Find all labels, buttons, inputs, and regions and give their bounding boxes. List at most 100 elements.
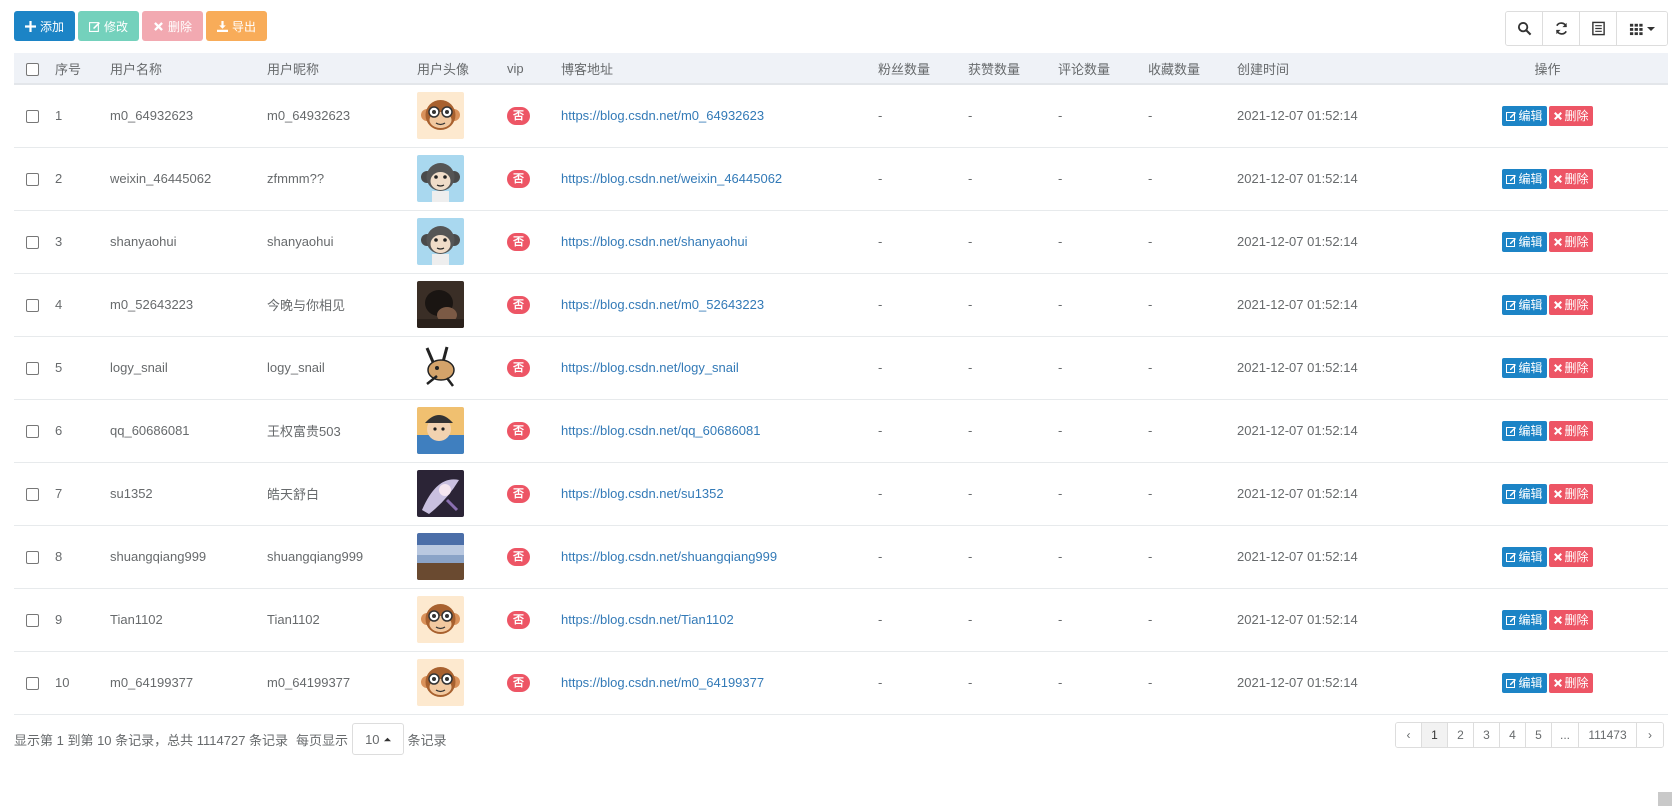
avatar[interactable]	[417, 344, 464, 391]
avatar[interactable]	[417, 281, 464, 328]
close-icon	[1553, 111, 1562, 120]
row-checkbox[interactable]	[26, 362, 39, 376]
page-2[interactable]: 2	[1447, 723, 1474, 747]
row-delete-button[interactable]: 删除	[1548, 357, 1593, 378]
table-row[interactable]: 8 shuangqiang999 shuangqiang999 否 https://bl…	[14, 525, 1668, 588]
row-avatar-cell	[413, 336, 503, 399]
row-edit-button[interactable]: 编辑	[1502, 546, 1547, 567]
avatar[interactable]	[417, 533, 464, 580]
refresh-button[interactable]	[1543, 12, 1580, 45]
row-edit-button[interactable]: 编辑	[1502, 105, 1547, 126]
row-delete-button[interactable]: 删除	[1548, 231, 1593, 252]
row-nickname: shanyaohui	[267, 234, 334, 249]
row-delete-button[interactable]: 删除	[1548, 168, 1593, 189]
row-edit-button[interactable]: 编辑	[1502, 357, 1547, 378]
columns-dropdown-button[interactable]	[1617, 12, 1667, 45]
blog-url-link[interactable]: https://blog.csdn.net/m0_64932623	[561, 108, 764, 123]
blog-url-link[interactable]: https://blog.csdn.net/shanyaohui	[561, 234, 747, 249]
blog-url-link[interactable]: https://blog.csdn.net/m0_52643223	[561, 297, 764, 312]
header-avatar[interactable]: 用户头像	[413, 53, 503, 84]
prev-page-button[interactable]: ‹	[1395, 723, 1422, 747]
row-created: 2021-12-07 01:52:14	[1237, 297, 1358, 312]
edit-button[interactable]: 修改	[78, 11, 140, 41]
add-button[interactable]: 添加	[14, 11, 76, 41]
vip-badge: 否	[507, 358, 530, 377]
table-row[interactable]: 9 Tian1102 Tian1102 否 https://blog.csdn.net/…	[14, 588, 1668, 651]
blog-url-link[interactable]: https://blog.csdn.net/m0_64199377	[561, 675, 764, 690]
row-nickname: zfmmm??	[267, 171, 325, 186]
blog-url-link[interactable]: https://blog.csdn.net/Tian1102	[561, 612, 734, 627]
select-all-checkbox[interactable]	[26, 62, 39, 76]
row-checkbox[interactable]	[26, 425, 39, 439]
row-checkbox[interactable]	[26, 110, 39, 124]
header-nickname[interactable]: 用户昵称	[263, 53, 413, 84]
avatar[interactable]	[417, 92, 464, 140]
row-delete-button[interactable]: 删除	[1548, 420, 1593, 441]
avatar[interactable]	[417, 470, 464, 517]
blog-url-link[interactable]: https://blog.csdn.net/shuangqiang999	[561, 549, 777, 564]
blog-url-link[interactable]: https://blog.csdn.net/weixin_46445062	[561, 171, 782, 186]
row-delete-button[interactable]: 删除	[1548, 105, 1593, 126]
export-button[interactable]: 导出	[206, 11, 268, 41]
table-row[interactable]: 6 qq_60686081 王权富贵503 否 https://blog.csdn.ne…	[14, 399, 1668, 462]
blog-url-link[interactable]: https://blog.csdn.net/su1352	[561, 486, 724, 501]
table-row[interactable]: 3 shanyaohui shanyaohui 否 https://blog.csdn.…	[14, 210, 1668, 273]
row-username: weixin_46445062	[110, 171, 212, 186]
header-vip[interactable]: vip	[503, 53, 557, 84]
row-delete-button[interactable]: 删除	[1548, 609, 1593, 630]
header-username[interactable]: 用户名称	[106, 53, 263, 84]
table-row[interactable]: 4 m0_52643223 今晚与你相见 否 https://blog.csdn.net…	[14, 273, 1668, 336]
page-5[interactable]: 5	[1525, 723, 1552, 747]
header-blog-url[interactable]: 博客地址	[557, 53, 874, 84]
table-row[interactable]: 1 m0_64932623 m0_64932623 否 https://blog.csd…	[14, 84, 1668, 147]
row-delete-button[interactable]: 删除	[1548, 672, 1593, 693]
header-fans[interactable]: 粉丝数量	[874, 53, 964, 84]
header-comments[interactable]: 评论数量	[1054, 53, 1144, 84]
blog-url-link[interactable]: https://blog.csdn.net/qq_60686081	[561, 423, 761, 438]
blog-url-link[interactable]: https://blog.csdn.net/logy_snail	[561, 360, 739, 375]
row-edit-button[interactable]: 编辑	[1502, 609, 1547, 630]
avatar[interactable]	[417, 218, 464, 265]
row-edit-button[interactable]: 编辑	[1502, 294, 1547, 315]
delete-button[interactable]: 删除	[142, 11, 204, 41]
avatar[interactable]	[417, 659, 464, 706]
page-111473[interactable]: 111473	[1579, 723, 1637, 747]
header-select-all[interactable]	[14, 53, 51, 84]
page-size-select[interactable]: 10	[352, 723, 404, 755]
header-likes[interactable]: 获赞数量	[964, 53, 1054, 84]
row-checkbox[interactable]	[26, 614, 39, 628]
row-delete-button[interactable]: 删除	[1548, 483, 1593, 504]
row-edit-button[interactable]: 编辑	[1502, 672, 1547, 693]
page-1[interactable]: 1	[1421, 723, 1448, 747]
row-delete-button[interactable]: 删除	[1548, 294, 1593, 315]
row-edit-button[interactable]: 编辑	[1502, 420, 1547, 441]
table-row[interactable]: 10 m0_64199377 m0_64199377 否 https://blog.cs…	[14, 651, 1668, 714]
row-delete-button[interactable]: 删除	[1548, 546, 1593, 567]
avatar[interactable]	[417, 596, 464, 643]
row-checkbox[interactable]	[26, 488, 39, 502]
table-row[interactable]: 7 su1352 皓天舒白 否 https://blog.csdn.net/su1352…	[14, 462, 1668, 525]
row-favs: -	[1148, 675, 1153, 690]
header-created[interactable]: 创建时间	[1233, 53, 1423, 84]
avatar[interactable]	[417, 155, 464, 202]
row-avatar-cell	[413, 462, 503, 525]
row-edit-button[interactable]: 编辑	[1502, 483, 1547, 504]
row-edit-button[interactable]: 编辑	[1502, 231, 1547, 252]
page-4[interactable]: 4	[1499, 723, 1526, 747]
row-edit-button[interactable]: 编辑	[1502, 168, 1547, 189]
row-checkbox[interactable]	[26, 173, 39, 187]
table-row[interactable]: 5 logy_snail logy_snail 否 https://blog.csdn.…	[14, 336, 1668, 399]
toggle-view-button[interactable]	[1580, 12, 1617, 45]
row-checkbox[interactable]	[26, 551, 39, 565]
search-button[interactable]	[1506, 12, 1543, 45]
page-3[interactable]: 3	[1473, 723, 1500, 747]
header-favs[interactable]: 收藏数量	[1144, 53, 1233, 84]
table-row[interactable]: 2 weixin_46445062 zfmmm?? 否 https://blog.csd…	[14, 147, 1668, 210]
avatar[interactable]	[417, 407, 464, 454]
edit-button-label: 修改	[104, 19, 129, 34]
next-page-button[interactable]: ›	[1637, 723, 1663, 747]
row-checkbox[interactable]	[26, 677, 39, 691]
header-no[interactable]: 序号	[51, 53, 106, 84]
row-checkbox[interactable]	[26, 299, 39, 313]
row-checkbox[interactable]	[26, 236, 39, 250]
